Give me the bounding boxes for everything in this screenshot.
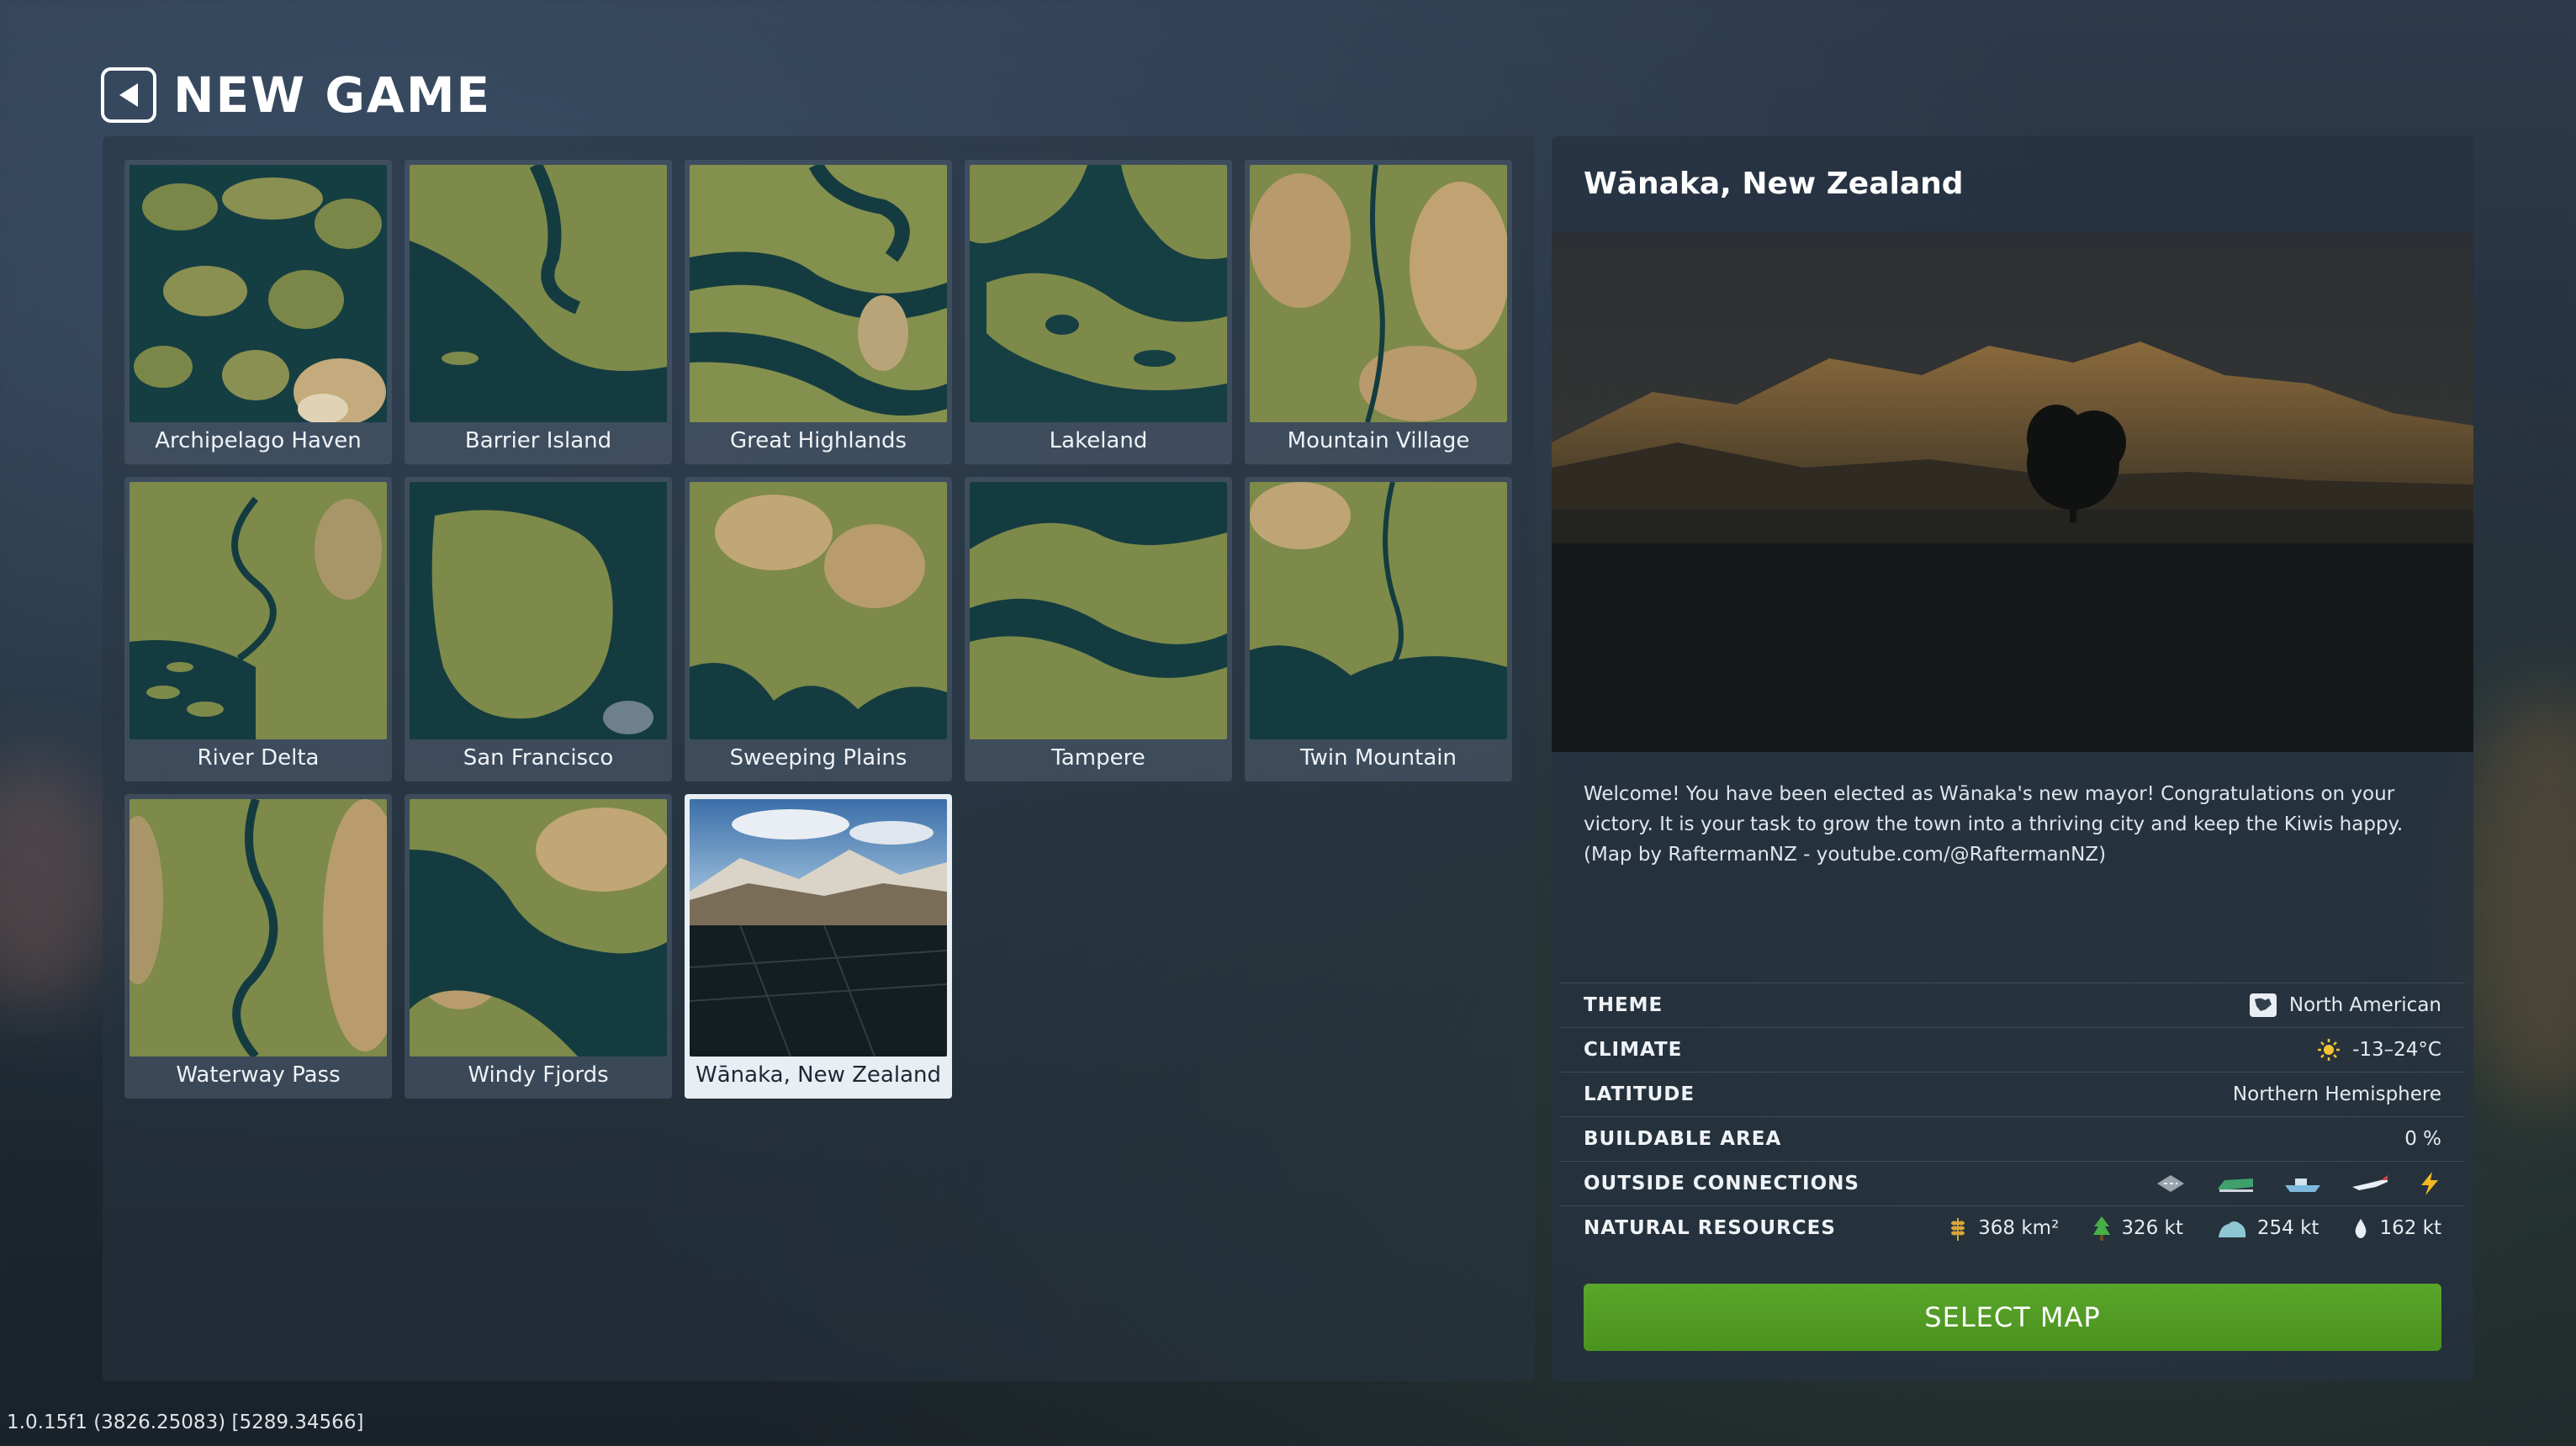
map-label: Waterway Pass bbox=[176, 1062, 341, 1088]
buildable-area-value: 0 % bbox=[2404, 1128, 2441, 1150]
map-card-windy-fjords[interactable]: Windy Fjords bbox=[405, 794, 672, 1099]
map-label: Windy Fjords bbox=[468, 1062, 609, 1088]
resource-value: 254 kt bbox=[2256, 1217, 2319, 1239]
resource-fertile-land: 368 km² bbox=[1948, 1215, 2059, 1242]
resource-value: 162 kt bbox=[2379, 1217, 2441, 1239]
map-grid-panel: Archipelago Haven Barrier Island Great H… bbox=[103, 136, 1535, 1381]
stat-label: NATURAL RESOURCES bbox=[1584, 1217, 1836, 1239]
map-detail-panel: Wānaka, New Zealand Welcome! You have be… bbox=[1552, 136, 2473, 1381]
road-icon bbox=[2154, 1172, 2187, 1195]
map-label: Lakeland bbox=[1049, 428, 1148, 453]
version-label: 1.0.15f1 (3826.25083) [5289.34566] bbox=[7, 1412, 364, 1433]
map-thumbnail bbox=[130, 799, 387, 1057]
map-label: Barrier Island bbox=[464, 428, 612, 453]
stat-label: LATITUDE bbox=[1584, 1083, 1695, 1105]
map-grid: Archipelago Haven Barrier Island Great H… bbox=[124, 160, 1512, 1099]
stat-row-outside-connections: OUTSIDE CONNECTIONS bbox=[1560, 1161, 2465, 1205]
north-american-theme-icon bbox=[2249, 993, 2277, 1018]
map-thumbnail bbox=[970, 165, 1227, 422]
map-description: Welcome! You have been elected as Wānaka… bbox=[1584, 783, 2404, 866]
map-thumbnail bbox=[130, 482, 387, 739]
map-card-wanaka-new-zealand[interactable]: Wānaka, New Zealand bbox=[685, 794, 952, 1099]
map-thumbnail bbox=[1250, 165, 1507, 422]
map-preview-image bbox=[1552, 232, 2473, 752]
map-thumbnail bbox=[970, 482, 1227, 739]
stat-row-buildable-area: BUILDABLE AREA 0 % bbox=[1560, 1116, 2465, 1161]
resource-value: 368 km² bbox=[1978, 1217, 2060, 1239]
page-title: NEW GAME bbox=[173, 66, 492, 124]
resource-value: 326 kt bbox=[2121, 1217, 2183, 1239]
map-thumbnail bbox=[1250, 482, 1507, 739]
train-icon bbox=[2216, 1173, 2255, 1194]
map-card-great-highlands[interactable]: Great Highlands bbox=[685, 160, 952, 464]
map-thumbnail bbox=[410, 799, 667, 1057]
map-label: Great Highlands bbox=[729, 428, 907, 453]
resource-ore: 254 kt bbox=[2217, 1217, 2319, 1239]
resource-values: 368 km² 326 kt 254 kt 162 kt bbox=[1914, 1215, 2441, 1242]
map-thumbnail bbox=[690, 482, 947, 739]
map-stats: THEME North American CLIMATE -13–24°C LA… bbox=[1560, 983, 2465, 1250]
map-title: Wānaka, New Zealand bbox=[1584, 167, 1964, 201]
map-label: San Francisco bbox=[463, 745, 614, 771]
map-card-river-delta[interactable]: River Delta bbox=[124, 477, 392, 781]
map-label: Archipelago Haven bbox=[155, 428, 362, 453]
map-card-waterway-pass[interactable]: Waterway Pass bbox=[124, 794, 392, 1099]
forest-icon bbox=[2092, 1215, 2111, 1242]
map-label: Mountain Village bbox=[1287, 428, 1470, 453]
latitude-value: Northern Hemisphere bbox=[2232, 1083, 2441, 1105]
climate-value: -13–24°C bbox=[2352, 1039, 2441, 1061]
connection-icons bbox=[2125, 1171, 2441, 1196]
resource-oil: 162 kt bbox=[2352, 1216, 2441, 1240]
resource-forest: 326 kt bbox=[2092, 1215, 2183, 1242]
stat-label: THEME bbox=[1584, 994, 1664, 1016]
stat-row-theme: THEME North American bbox=[1560, 983, 2465, 1027]
map-card-tampere[interactable]: Tampere bbox=[965, 477, 1232, 781]
map-card-twin-mountain[interactable]: Twin Mountain bbox=[1245, 477, 1512, 781]
electricity-icon bbox=[2418, 1171, 2441, 1196]
stat-row-natural-resources: NATURAL RESOURCES 368 km² 326 kt 254 kt … bbox=[1560, 1205, 2465, 1250]
stat-label: BUILDABLE AREA bbox=[1584, 1128, 1782, 1150]
back-button[interactable] bbox=[101, 67, 156, 123]
map-label: River Delta bbox=[197, 745, 320, 771]
fertile-land-icon bbox=[1948, 1215, 1968, 1242]
map-thumbnail bbox=[410, 165, 667, 422]
map-card-mountain-village[interactable]: Mountain Village bbox=[1245, 160, 1512, 464]
theme-value: North American bbox=[2288, 994, 2441, 1016]
header: NEW GAME bbox=[101, 66, 491, 124]
stat-label: CLIMATE bbox=[1584, 1039, 1683, 1061]
sun-icon bbox=[2317, 1038, 2341, 1062]
ore-icon bbox=[2217, 1217, 2247, 1239]
map-card-sweeping-plains[interactable]: Sweeping Plains bbox=[685, 477, 952, 781]
ship-icon bbox=[2283, 1173, 2322, 1194]
map-thumbnail bbox=[410, 482, 667, 739]
map-thumbnail bbox=[690, 165, 947, 422]
map-card-archipelago-haven[interactable]: Archipelago Haven bbox=[124, 160, 392, 464]
map-label: Sweeping Plains bbox=[729, 745, 907, 771]
airplane-icon bbox=[2351, 1173, 2389, 1194]
stat-label: OUTSIDE CONNECTIONS bbox=[1584, 1173, 1859, 1194]
map-label: Wānaka, New Zealand bbox=[696, 1062, 941, 1088]
stat-value: North American bbox=[2249, 993, 2441, 1018]
stat-row-climate: CLIMATE -13–24°C bbox=[1560, 1027, 2465, 1072]
map-card-barrier-island[interactable]: Barrier Island bbox=[405, 160, 672, 464]
stat-row-latitude: LATITUDE Northern Hemisphere bbox=[1560, 1072, 2465, 1116]
oil-icon bbox=[2352, 1216, 2369, 1240]
map-card-lakeland[interactable]: Lakeland bbox=[965, 160, 1232, 464]
select-map-button[interactable]: SELECT MAP bbox=[1584, 1284, 2441, 1351]
stat-value: -13–24°C bbox=[2317, 1038, 2441, 1062]
map-thumbnail bbox=[130, 165, 387, 422]
map-thumbnail bbox=[690, 799, 947, 1057]
map-label: Tampere bbox=[1051, 745, 1145, 771]
map-label: Twin Mountain bbox=[1300, 745, 1457, 771]
back-arrow-icon bbox=[119, 83, 138, 107]
map-card-san-francisco[interactable]: San Francisco bbox=[405, 477, 672, 781]
